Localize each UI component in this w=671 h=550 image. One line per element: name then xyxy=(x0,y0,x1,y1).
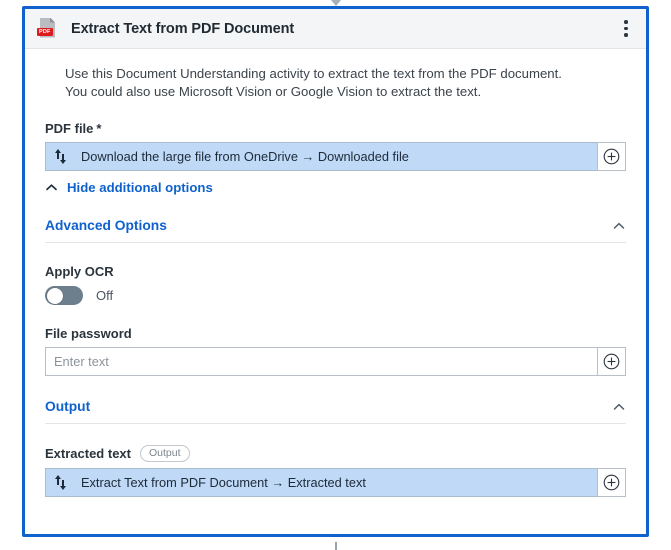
extracted-text-value: Extract Text from PDF Document → Extract… xyxy=(81,475,366,490)
extracted-text-input[interactable]: Extract Text from PDF Document → Extract… xyxy=(45,468,597,497)
apply-ocr-label: Apply OCR xyxy=(45,264,114,279)
required-marker: * xyxy=(96,121,102,136)
hide-additional-options-toggle[interactable]: Hide additional options xyxy=(45,180,213,195)
activity-card-body: Use this Document Understanding activity… xyxy=(25,49,646,534)
pdf-file-input[interactable]: Download the large file from OneDrive → … xyxy=(45,142,597,171)
pdf-file-icon: PDF xyxy=(37,17,59,41)
field-file-password: File password Enter text xyxy=(45,326,626,376)
variable-arrows-icon xyxy=(54,474,68,491)
plus-circle-icon xyxy=(603,474,620,491)
section-output: Output Extracted text Output Extract Tex… xyxy=(45,399,626,497)
chevron-up-icon xyxy=(613,403,625,410)
output-title: Output xyxy=(45,399,91,414)
section-advanced-options: Advanced Options Apply OCR Off File pass… xyxy=(45,218,626,376)
pdf-file-value: Download the large file from OneDrive → … xyxy=(81,149,409,164)
extracted-text-label: Extracted text Output xyxy=(45,445,626,462)
output-badge: Output xyxy=(139,445,190,462)
chevron-up-icon xyxy=(613,222,625,229)
pdf-file-add-button[interactable] xyxy=(597,142,626,171)
advanced-options-header[interactable]: Advanced Options xyxy=(45,218,626,243)
pdf-file-label: PDF file * xyxy=(45,121,626,136)
extracted-text-label-text: Extracted text xyxy=(45,446,131,461)
activity-card-header: PDF Extract Text from PDF Document xyxy=(25,9,646,49)
plus-circle-icon xyxy=(603,148,620,165)
file-password-add-button[interactable] xyxy=(597,347,626,376)
output-header[interactable]: Output xyxy=(45,399,626,424)
activity-title: Extract Text from PDF Document xyxy=(71,20,295,37)
toggle-knob xyxy=(46,287,63,304)
file-password-input[interactable]: Enter text xyxy=(45,347,597,376)
apply-ocr-state: Off xyxy=(96,288,114,303)
activity-description: Use this Document Understanding activity… xyxy=(65,66,562,99)
advanced-options-title: Advanced Options xyxy=(45,218,167,233)
file-password-label: File password xyxy=(45,326,132,341)
pdf-file-input-row: Download the large file from OneDrive → … xyxy=(45,142,626,171)
connector-bottom xyxy=(334,542,337,550)
file-password-placeholder: Enter text xyxy=(54,354,109,369)
chevron-up-icon xyxy=(46,184,57,191)
extracted-text-add-button[interactable] xyxy=(597,468,626,497)
hide-additional-options-label: Hide additional options xyxy=(67,180,213,195)
plus-circle-icon xyxy=(603,353,620,370)
field-pdf-file: PDF file * Download the large file from … xyxy=(45,121,626,171)
field-extracted-text: Extracted text Output Extract Text from … xyxy=(45,445,626,497)
apply-ocr-toggle[interactable] xyxy=(45,286,83,305)
activity-card: PDF Extract Text from PDF Document Use t… xyxy=(22,6,649,537)
activity-card-canvas: PDF Extract Text from PDF Document Use t… xyxy=(0,0,671,550)
pdf-file-label-text: PDF file xyxy=(45,121,94,136)
variable-arrows-icon xyxy=(54,148,68,165)
file-password-input-row: Enter text xyxy=(45,347,626,376)
extracted-text-input-row: Extract Text from PDF Document → Extract… xyxy=(45,468,626,497)
kebab-menu-icon[interactable] xyxy=(614,14,638,44)
field-apply-ocr: Apply OCR Off xyxy=(45,264,626,305)
apply-ocr-row: Off xyxy=(45,286,626,305)
